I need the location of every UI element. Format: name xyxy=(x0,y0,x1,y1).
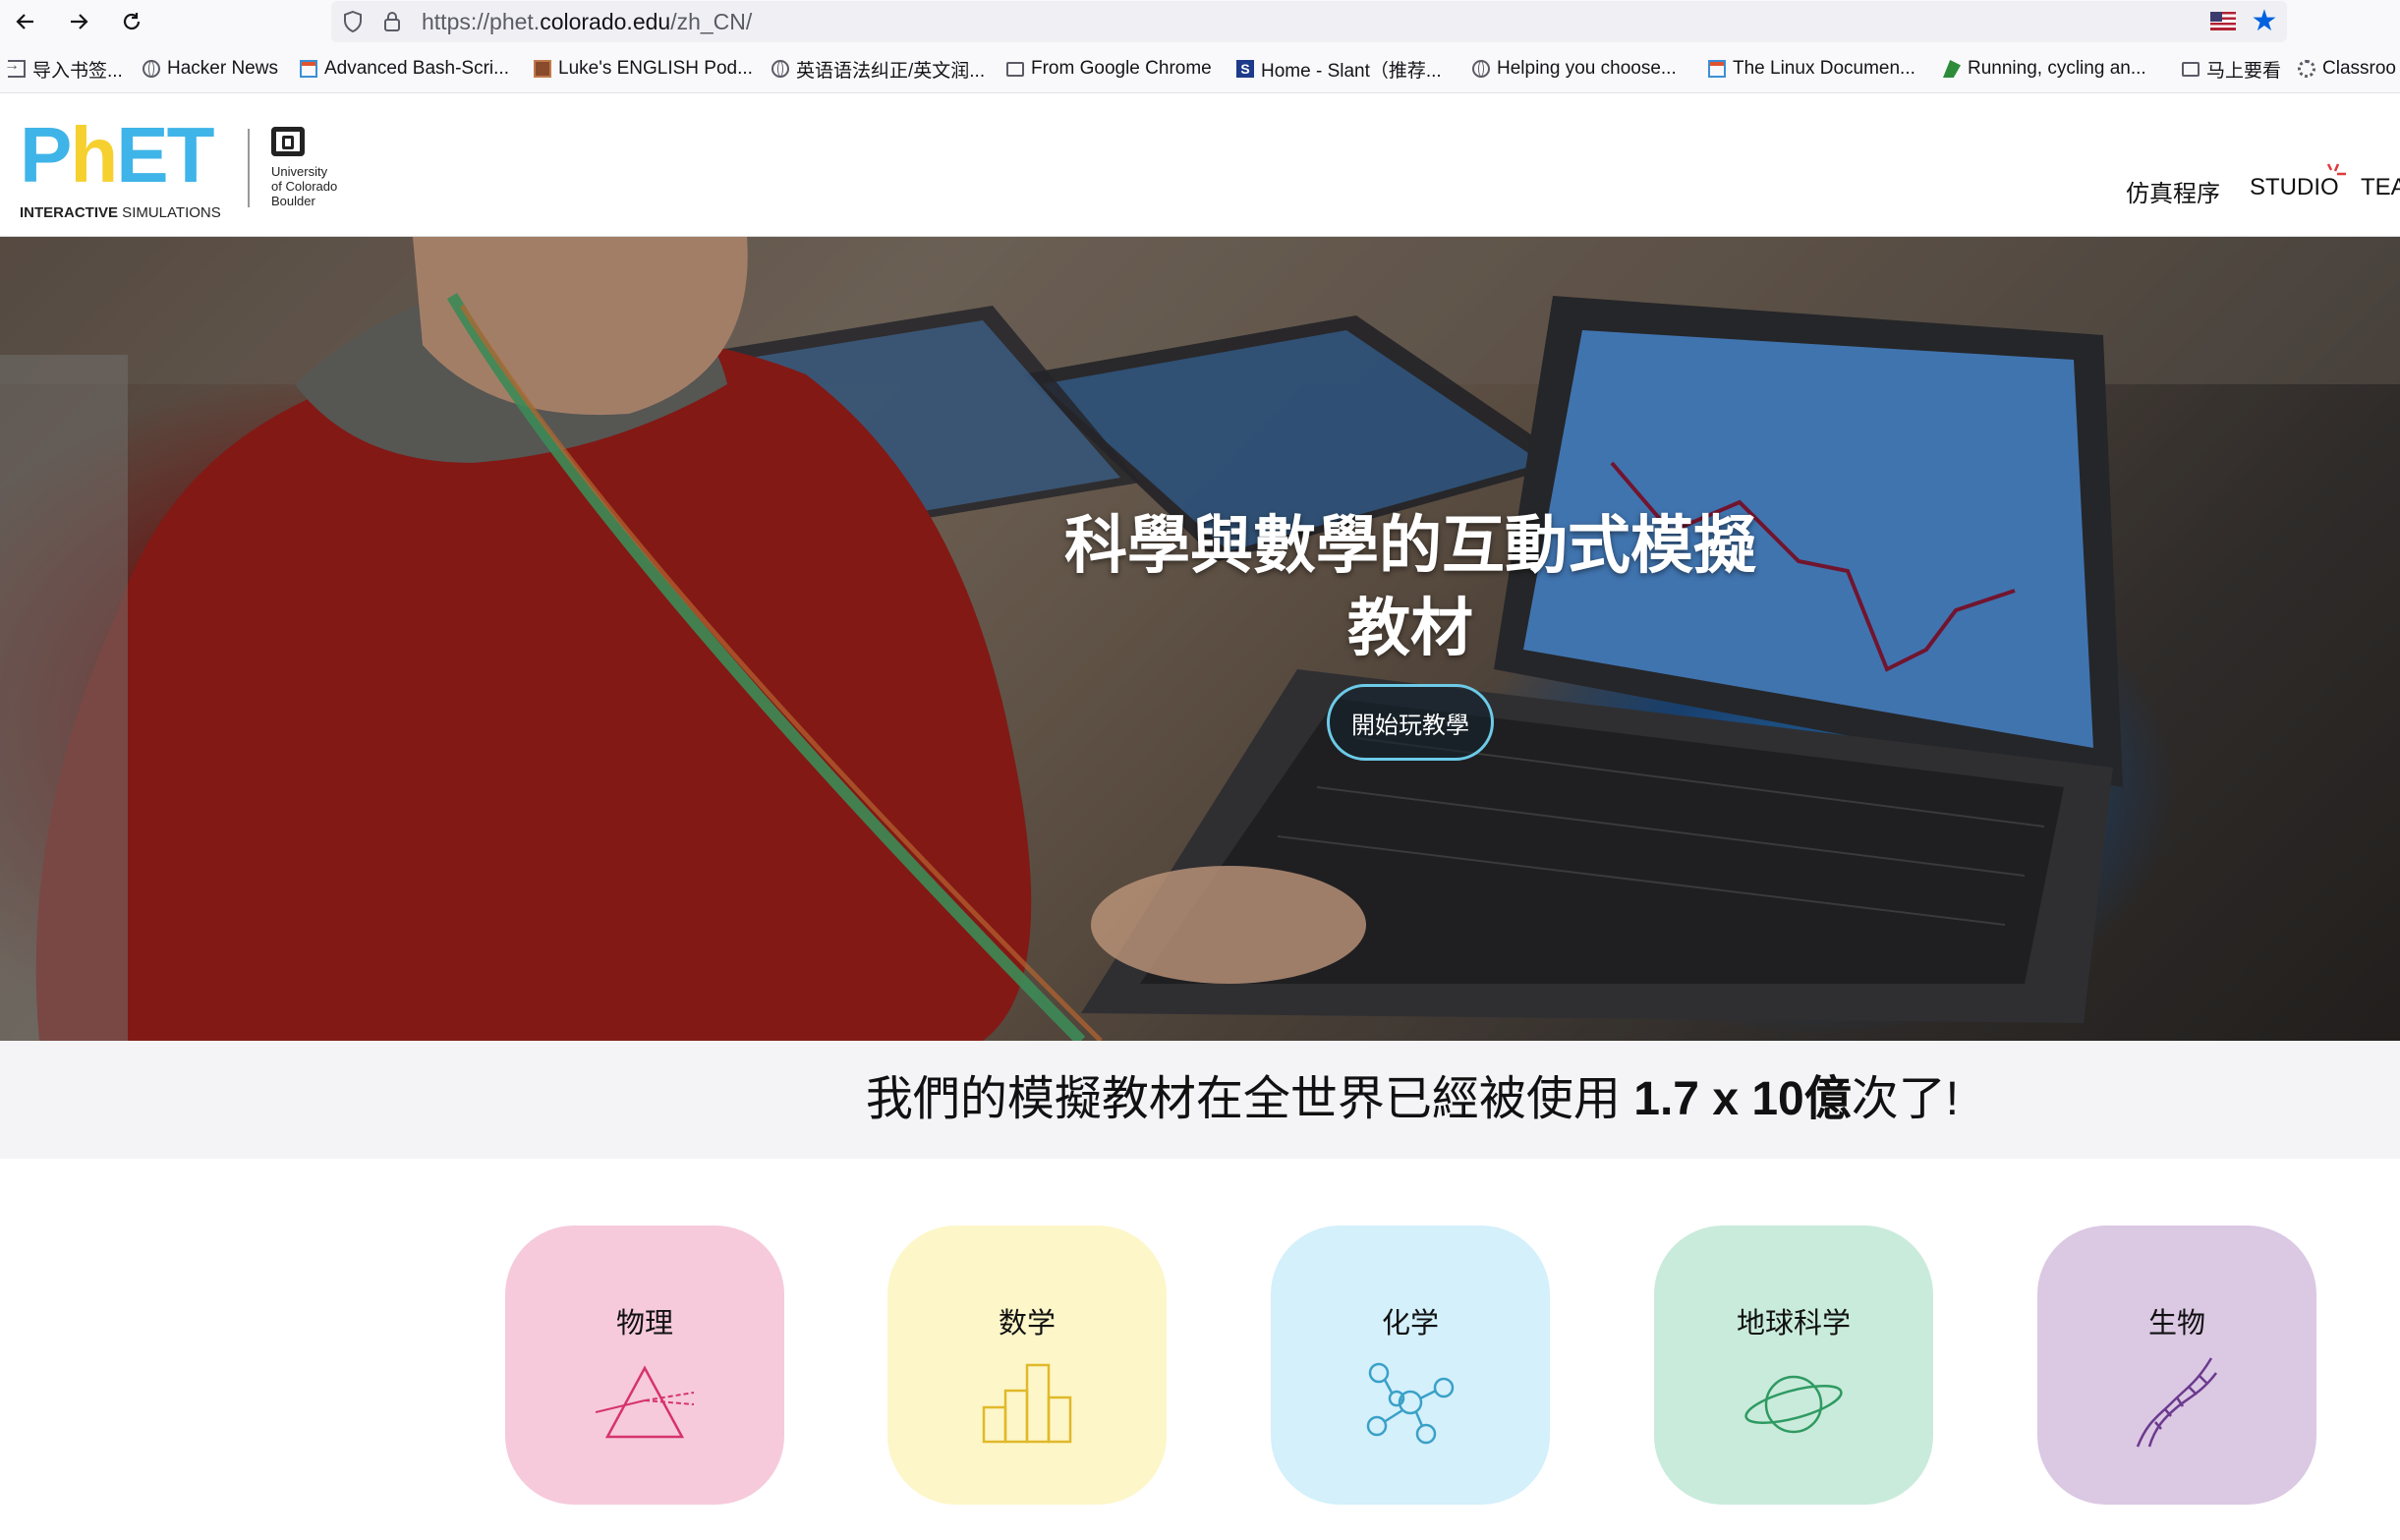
book-icon xyxy=(534,60,551,78)
lock-icon[interactable] xyxy=(380,10,404,33)
cu-line: of Colorado xyxy=(271,179,338,194)
bookmark-star-icon[interactable]: ★ xyxy=(2250,7,2279,36)
forward-arrow-icon xyxy=(71,14,88,29)
nav-simulations[interactable]: 仿真程序 xyxy=(2126,174,2220,208)
hero-title-line: 科學與數學的互動式模擬 xyxy=(1064,510,1756,581)
shield-icon[interactable] xyxy=(341,10,365,33)
logo-subtitle: INTERACTIVE SIMULATIONS xyxy=(20,204,221,221)
site-header: PhET INTERACTIVE SIMULATIONS University … xyxy=(0,93,2400,238)
gear-icon xyxy=(2298,60,2315,78)
start-tutorial-button[interactable]: 開始玩教學 xyxy=(1327,684,1494,761)
bookmark-label: Home - Slant（推荐... xyxy=(1261,60,1442,82)
bookmark-label: 导入书签... xyxy=(32,60,123,82)
category-earth-science[interactable]: 地球科学 xyxy=(1654,1226,1933,1505)
logo-divider xyxy=(248,129,250,207)
category-physics[interactable]: 物理 xyxy=(505,1226,784,1505)
bookmark-import[interactable]: 导入书签... xyxy=(4,57,123,82)
url-prefix: https://phet. xyxy=(422,9,541,34)
nav-teaching[interactable]: TEA xyxy=(2361,174,2400,201)
category-label: 物理 xyxy=(615,1308,673,1340)
category-label: 化学 xyxy=(1381,1308,1439,1340)
category-label: 地球科学 xyxy=(1736,1308,1851,1340)
logo-letter: ET xyxy=(116,111,214,199)
strava-icon xyxy=(1943,60,1961,78)
bookmark-luke-english[interactable]: Luke's ENGLISH Pod... xyxy=(534,57,753,81)
bookmark-classroom[interactable]: Classroo xyxy=(2298,57,2396,81)
bookmark-label: 马上要看 xyxy=(2206,60,2282,82)
logo-subtitle-rest: SIMULATIONS xyxy=(118,204,221,221)
bookmark-hacker-news[interactable]: Hacker News xyxy=(143,57,278,81)
stats-prefix: 我們的模擬教材在全世界已經被使用 xyxy=(865,1073,1634,1125)
bar-chart-icon xyxy=(982,1363,1072,1444)
forward-button[interactable] xyxy=(61,4,96,39)
category-label: 数学 xyxy=(998,1308,1056,1340)
cu-line: Boulder xyxy=(271,194,315,208)
bookmark-label: Advanced Bash-Scri... xyxy=(324,58,509,79)
folder-icon xyxy=(1006,61,1024,77)
us-flag-icon[interactable] xyxy=(2210,12,2236,30)
spark-icon xyxy=(2326,163,2346,176)
bookmark-label: Helping you choose... xyxy=(1497,58,1677,79)
phet-wordmark: PhET xyxy=(20,116,214,195)
reload-icon xyxy=(123,13,141,30)
address-bar[interactable]: https://phet.colorado.edu/zh_CN/ ★ xyxy=(331,1,2287,42)
usage-stats-text: 我們的模擬教材在全世界已經被使用 1.7 x 10億次了! xyxy=(0,1070,2400,1129)
category-math[interactable]: 数学 xyxy=(887,1226,1167,1505)
bookmark-linux-doc[interactable]: The Linux Documen... xyxy=(1708,57,1915,81)
bookmark-running[interactable]: Running, cycling an... xyxy=(1943,57,2146,81)
bookmarks-bar: 导入书签... Hacker News Advanced Bash-Scri..… xyxy=(0,43,2400,93)
bookmark-label: 英语语法纠正/英文润... xyxy=(796,60,986,82)
molecule-icon xyxy=(1366,1362,1455,1445)
cu-boulder-icon[interactable] xyxy=(271,127,305,156)
reload-button[interactable] xyxy=(114,4,149,39)
hero-title-line: 教材 xyxy=(1347,593,1473,663)
cu-line: University xyxy=(271,164,328,179)
hero-title: 科學與數學的互動式模擬 教材 xyxy=(1002,504,1818,669)
bookmark-helping-choose[interactable]: Helping you choose... xyxy=(1472,57,1677,81)
category-label: 生物 xyxy=(2147,1308,2205,1340)
planet-icon xyxy=(1744,1375,1843,1434)
stats-suffix: 次了! xyxy=(1851,1073,1960,1125)
back-arrow-icon xyxy=(16,14,33,29)
browser-toolbar: https://phet.colorado.edu/zh_CN/ ★ xyxy=(0,0,2400,43)
bookmark-label: Luke's ENGLISH Pod... xyxy=(558,58,753,79)
phet-logo[interactable]: PhET INTERACTIVE SIMULATIONS xyxy=(20,108,236,222)
logo-letter: h xyxy=(70,111,118,199)
folder-icon xyxy=(2182,61,2200,77)
stats-count: 1.7 x 10億 xyxy=(1633,1073,1852,1125)
logo-subtitle-bold: INTERACTIVE xyxy=(20,204,119,221)
bookmark-label: Running, cycling an... xyxy=(1968,58,2146,79)
bookmark-grammar[interactable]: 英语语法纠正/英文润... xyxy=(771,57,986,82)
prism-icon xyxy=(596,1365,694,1439)
bookmark-label: Classroo xyxy=(2322,58,2396,79)
globe-icon xyxy=(143,60,160,78)
cu-boulder-text: University of Colorado Boulder xyxy=(271,164,337,208)
url-text[interactable]: https://phet.colorado.edu/zh_CN/ xyxy=(422,10,752,33)
hero-banner: 科學與數學的互動式模擬 教材 開始玩教學 xyxy=(0,237,2400,1041)
dna-icon xyxy=(2136,1357,2217,1448)
bookmark-label: The Linux Documen... xyxy=(1733,58,1915,79)
slant-icon: S xyxy=(1236,60,1254,78)
category-biology[interactable]: 生物 xyxy=(2037,1226,2316,1505)
globe-icon xyxy=(1472,60,1490,78)
category-chemistry[interactable]: 化学 xyxy=(1271,1226,1550,1505)
bookmark-label: From Google Chrome xyxy=(1031,58,1212,79)
page-icon xyxy=(1708,60,1726,78)
back-button[interactable] xyxy=(8,4,43,39)
globe-icon xyxy=(771,60,789,78)
bookmark-slant[interactable]: S Home - Slant（推荐... xyxy=(1236,57,1442,82)
bookmark-watch-later[interactable]: 马上要看 xyxy=(2182,57,2282,82)
bookmark-label: Hacker News xyxy=(167,58,278,79)
logo-letter: P xyxy=(20,111,72,199)
bookmark-from-google-chrome[interactable]: From Google Chrome xyxy=(1006,57,1212,81)
page-icon xyxy=(300,60,317,78)
url-path: /zh_CN/ xyxy=(670,9,753,34)
bookmark-bash[interactable]: Advanced Bash-Scri... xyxy=(300,57,509,81)
usage-stats-band: 我們的模擬教材在全世界已經被使用 1.7 x 10億次了! xyxy=(0,1041,2400,1159)
import-icon xyxy=(4,57,26,78)
url-host: colorado.edu xyxy=(540,9,671,34)
